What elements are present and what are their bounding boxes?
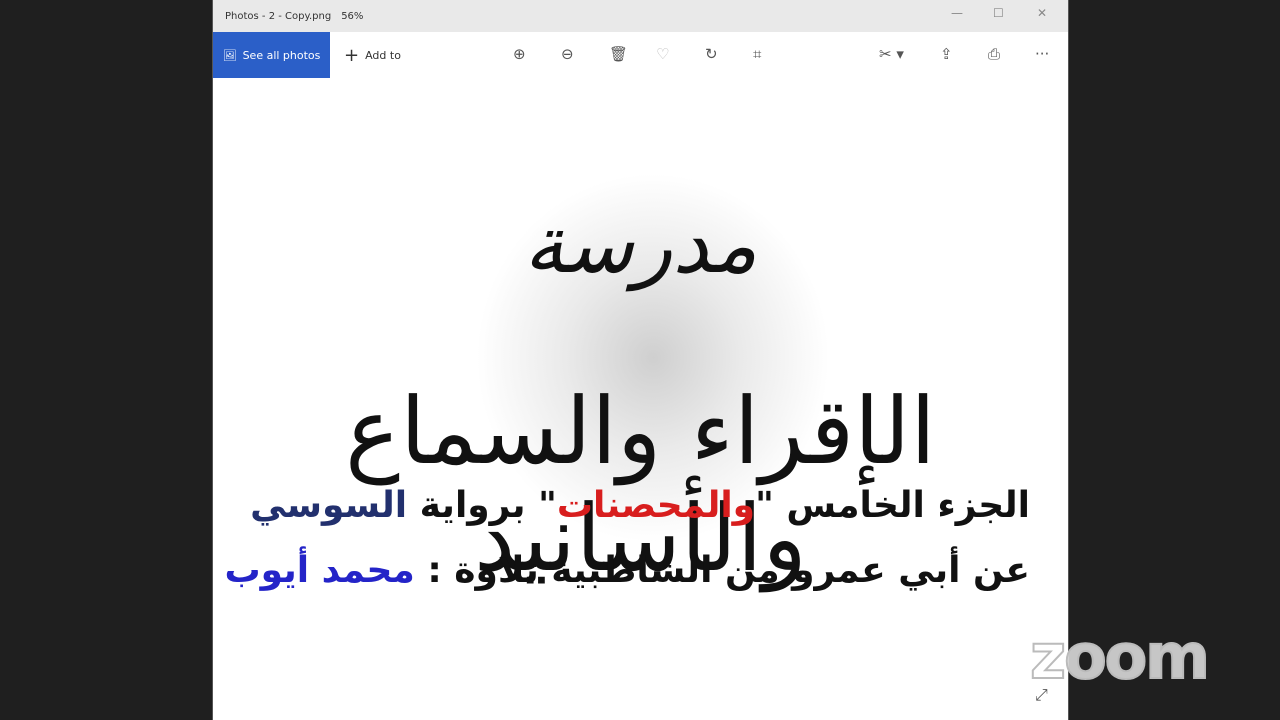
resize-expand-icon[interactable]: ⤢ [1035,685,1048,705]
text: عن أبي عمرو من الشاطبية تلاوة : [414,550,1030,591]
zoom-in-icon[interactable]: ⊕ [513,45,526,63]
image-canvas: مدرسة الإقراء والسماع والأسانيد [213,78,1068,720]
photos-icon: 🖼 [222,48,237,62]
photos-window: Photos - 2 - Copy.png 56% — ☐ ✕ 🖼 See all… [212,0,1069,720]
close-button[interactable]: ✕ [1037,6,1047,20]
window-title: Photos - 2 - Copy.png [225,10,332,22]
add-to-label: Add to [365,48,401,62]
calligraphy-heading: مدرسة [523,198,758,291]
edit-create-icon[interactable]: ✂ ▾ [879,45,904,63]
maximize-button[interactable]: ☐ [993,6,1004,20]
favorite-heart-icon[interactable]: ♡ [656,45,669,63]
text: " [538,485,557,526]
print-icon[interactable]: ⎙ [988,45,1000,63]
see-all-photos-button[interactable]: 🖼 See all photos [213,32,330,78]
crop-icon[interactable]: ⌗ [753,45,761,63]
highlight-text: والمحصنات [556,485,756,526]
zoom-out-icon[interactable]: ⊖ [561,45,574,63]
text: الجزء الخامس [773,485,1030,526]
toolbar: 🖼 See all photos + Add to ⊕ ⊖ 🗑 ♡ ↻ ⌗ ✂ ▾ … [213,32,1068,78]
title-bar: Photos - 2 - Copy.png 56% — ☐ ✕ [213,0,1068,32]
more-options-icon[interactable]: ··· [1035,45,1049,63]
subtitle-line-1: الجزء الخامس "والمحصنات" برواية السوسي [250,485,1030,526]
add-to-button[interactable]: + Add to [344,45,401,66]
see-all-label: See all photos [242,48,321,62]
delete-icon[interactable]: 🗑 [609,45,628,63]
text: " [755,485,774,526]
zoom-watermark: zoom [1029,619,1211,694]
minimize-button[interactable]: — [951,6,963,20]
reciter-name: محمد أيوب [224,550,415,591]
rotate-icon[interactable]: ↻ [705,45,718,63]
share-icon[interactable]: ⇪ [940,45,953,63]
plus-icon: + [344,44,360,66]
text: برواية [407,485,539,526]
zoom-level: 56% [341,10,364,22]
subtitle-line-2: عن أبي عمرو من الشاطبية تلاوة : محمد أيو… [224,550,1030,591]
narrator-name: السوسي [250,485,408,526]
